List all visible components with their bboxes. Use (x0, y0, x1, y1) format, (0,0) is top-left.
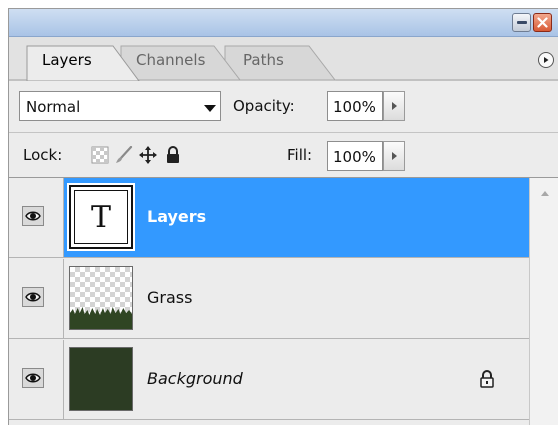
tab-paths[interactable]: Paths (243, 51, 284, 69)
fill-field[interactable]: 100% (327, 141, 383, 171)
lock-icon (480, 370, 494, 388)
blend-mode-value: Normal (26, 98, 81, 116)
close-icon (537, 17, 548, 28)
visibility-toggle[interactable] (22, 206, 44, 226)
panel-title-bar[interactable] (9, 9, 558, 37)
layer-row-text[interactable]: T Layers (9, 178, 529, 258)
move-icon[interactable] (139, 146, 157, 164)
panel-menu-button[interactable] (538, 52, 554, 68)
layers-list: T Layers Grass Background (9, 178, 529, 425)
layers-scrollbar[interactable] (529, 178, 558, 425)
layer-row-background[interactable]: Background (9, 340, 529, 420)
tab-bar: Layers Channels Paths (9, 37, 558, 81)
layer-name[interactable]: Grass (147, 288, 192, 307)
blend-options-row: Normal Opacity: 100% (9, 81, 558, 133)
brush-icon[interactable] (115, 146, 133, 164)
layer-row-grass[interactable]: Grass (9, 259, 529, 339)
opacity-value: 100% (333, 98, 376, 116)
tab-channels[interactable]: Channels (136, 51, 205, 69)
eye-icon (25, 292, 41, 302)
layer-thumbnail (69, 266, 133, 330)
grass-image (70, 307, 132, 329)
minimize-button[interactable] (512, 13, 531, 32)
fill-value: 100% (333, 148, 376, 166)
play-circle-icon (544, 57, 549, 63)
eye-icon (25, 211, 41, 221)
visibility-cell (9, 259, 64, 338)
eye-icon (25, 373, 41, 383)
layer-name[interactable]: Background (147, 369, 243, 388)
opacity-slider-button[interactable] (383, 91, 405, 121)
visibility-toggle[interactable] (22, 287, 44, 307)
minimize-icon (516, 21, 527, 24)
layer-thumbnail: T (67, 183, 135, 251)
close-button[interactable] (533, 13, 552, 32)
visibility-toggle[interactable] (22, 368, 44, 388)
blend-mode-select[interactable]: Normal (19, 91, 221, 121)
visibility-cell (9, 340, 64, 419)
fill-label: Fill: (287, 146, 313, 164)
layer-thumbnail (69, 347, 133, 411)
visibility-cell (9, 178, 64, 257)
text-layer-glyph: T (74, 190, 128, 244)
scroll-up-arrow-icon[interactable] (541, 191, 549, 196)
lock-label: Lock: (23, 146, 63, 164)
lock-options-row: Lock: Fill: 100% (9, 134, 558, 178)
chevron-down-icon (204, 105, 216, 112)
fill-slider-button[interactable] (383, 141, 405, 171)
checkerboard-icon[interactable] (91, 146, 109, 164)
layer-name[interactable]: Layers (147, 207, 206, 226)
layers-panel: Layers Channels Paths Normal Opacity: 10… (8, 8, 558, 425)
tab-layers[interactable]: Layers (42, 51, 92, 69)
padlock-icon[interactable] (164, 146, 182, 164)
opacity-label: Opacity: (233, 97, 295, 115)
opacity-field[interactable]: 100% (327, 91, 383, 121)
